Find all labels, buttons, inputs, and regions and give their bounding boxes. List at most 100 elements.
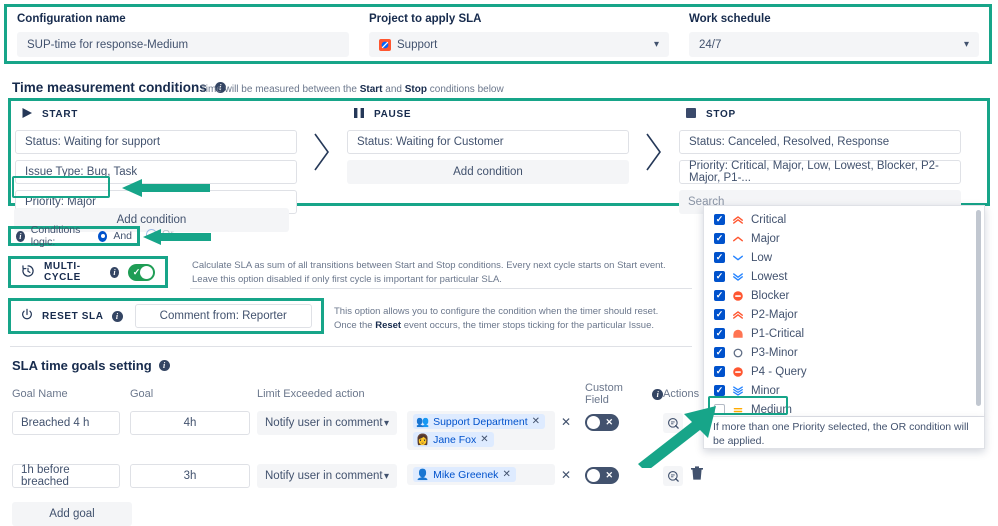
start-condition-1[interactable]: Issue Type: Bug, Task [15,160,297,184]
project-field: Project to apply SLA Support ▾ [359,7,679,57]
recipient-tag[interactable]: 👤 Mike Greenek✕ [413,467,516,482]
start-label: START [42,109,78,120]
multi-cycle-toggle[interactable]: ✓ [128,264,155,281]
radio-or-group[interactable]: Or [146,228,174,240]
info-icon[interactable]: i [652,389,663,400]
equals-orange-icon [732,404,744,416]
stop-condition-0[interactable]: Status: Canceled, Resolved, Response [679,130,961,154]
recipients-field-0[interactable]: 👥 Support Department✕ 👩 Jane Fox✕ [407,411,555,450]
goal-name-input-0[interactable]: Breached 4 h [12,411,120,435]
start-to-pause-chevron [301,101,343,203]
custom-field-toggle-0[interactable]: ✕ [585,414,619,431]
page-title: Time measurement conditions [12,80,207,95]
comment-action-icon-0[interactable] [663,413,683,433]
column-limit-exceeded-action: Limit Exceeded action [257,388,407,400]
pause-label: PAUSE [374,109,411,120]
checkbox-checked[interactable]: ✓ [714,347,725,358]
pause-icon [353,107,365,122]
priority-option-label: Blocker [751,290,789,302]
goal-value-input-1[interactable]: 3h [130,464,250,488]
custom-field-toggle-1[interactable]: ✕ [585,467,619,484]
start-header: START [11,101,301,130]
start-condition-0[interactable]: Status: Waiting for support [15,130,297,154]
info-icon[interactable]: i [112,311,123,322]
checkbox-checked[interactable]: ✓ [714,252,725,263]
checkbox-unchecked[interactable] [714,404,725,415]
checkbox-checked[interactable]: ✓ [714,214,725,225]
configuration-name-field: Configuration name SUP-time for response… [7,7,359,57]
remove-tag-icon[interactable]: ✕ [502,469,510,480]
goals-table-header: Goal Name Goal Limit Exceeded action Cus… [12,385,752,403]
comment-action-icon-1[interactable] [663,466,683,486]
recipient-tag[interactable]: 👩 Jane Fox✕ [413,432,494,447]
checkbox-checked[interactable]: ✓ [714,366,725,377]
clear-recipients-icon-1[interactable]: ✕ [561,468,571,482]
blocker-red-icon [732,290,744,302]
info-icon[interactable]: i [16,231,25,242]
priority-option-critical[interactable]: ✓Critical [704,210,984,229]
priority-option-minor[interactable]: ✓ Minor [704,381,984,400]
checkbox-checked[interactable]: ✓ [714,385,725,396]
priority-option-label: Minor [751,385,780,397]
info-icon[interactable]: i [110,267,119,278]
configuration-name-label: Configuration name [17,13,349,25]
column-goal: Goal [130,388,257,400]
reset-sla-row: RESET SLA i Comment from: Reporter [8,298,324,334]
goal-name-input-1[interactable]: 1h before breached [12,464,120,488]
priority-option-medium[interactable]: Medium [704,400,984,417]
remove-tag-icon[interactable]: ✕ [480,434,488,445]
delete-goal-icon-1[interactable] [690,466,704,486]
priority-option-major[interactable]: ✓ Major [704,229,984,248]
recipient-tag[interactable]: 👥 Support Department✕ [413,414,545,429]
priority-option-p3-minor[interactable]: ✓ P3-Minor [704,343,984,362]
priority-dropdown-note: If more than one Priority selected, the … [703,417,985,449]
recipients-field-1[interactable]: 👤 Mike Greenek✕ [407,464,555,485]
goals-table: Goal Name Goal Limit Exceeded action Cus… [12,385,752,526]
divider [10,346,692,347]
checkbox-checked[interactable]: ✓ [714,328,725,339]
priority-dropdown[interactable]: ✓Critical✓Major✓Low✓Lowest✓Blocker✓P2-Ma… [703,205,985,417]
power-icon [20,308,34,325]
project-select[interactable]: Support ▾ [369,32,669,57]
goal-value-input-0[interactable]: 4h [130,411,250,435]
checkbox-checked[interactable]: ✓ [714,290,725,301]
limit-action-select-0[interactable]: Notify user in comment▾ [257,411,397,435]
priority-option-p1-critical[interactable]: ✓P1-Critical [704,324,984,343]
chevron-down-icon: ▾ [384,418,389,429]
checkbox-checked[interactable]: ✓ [714,309,725,320]
checkbox-checked[interactable]: ✓ [714,271,725,282]
project-avatar-icon [379,39,391,51]
multi-cycle-label: MULTI-CYCLE [44,261,101,283]
work-schedule-field: Work schedule 24/7 ▾ [679,7,989,57]
pause-add-condition-button[interactable]: Add condition [347,160,629,184]
priority-option-p4-query[interactable]: ✓P4 - Query [704,362,984,381]
chevron-up-red-icon [732,233,744,245]
priority-option-low[interactable]: ✓Low [704,248,984,267]
remove-tag-icon[interactable]: ✕ [532,416,540,427]
checkbox-checked[interactable]: ✓ [714,233,725,244]
priority-option-label: Major [751,233,780,245]
priority-option-p2-major[interactable]: ✓ P2-Major [704,305,984,324]
priority-option-label: P2-Major [751,309,798,321]
reset-sla-input[interactable]: Comment from: Reporter [135,304,312,328]
info-icon[interactable]: i [159,360,170,371]
chevron-down-icon: ▾ [384,471,389,482]
chevron-down-blue-icon [732,252,744,264]
conditions-logic-label: Conditions logic: [31,224,92,248]
priority-option-label: P3-Minor [751,347,798,359]
configuration-name-input[interactable]: SUP-time for response-Medium [17,32,349,57]
clear-recipients-icon-0[interactable]: ✕ [561,415,571,429]
pause-condition-0[interactable]: Status: Waiting for Customer [347,130,629,154]
work-schedule-select[interactable]: 24/7 ▾ [689,32,979,57]
limit-action-select-1[interactable]: Notify user in comment▾ [257,464,397,488]
add-goal-button[interactable]: Add goal [12,502,752,526]
dropdown-scrollbar[interactable] [976,210,981,406]
radio-or-label: Or [162,228,174,240]
radio-or[interactable] [146,229,157,240]
reset-sla-description: This option allows you to configure the … [334,305,694,333]
priority-option-blocker[interactable]: ✓ Blocker [704,286,984,305]
user-avatar-icon: 👩 [416,433,429,446]
radio-and[interactable] [98,231,107,242]
stop-condition-1[interactable]: Priority: Critical, Major, Low, Lowest, … [679,160,961,184]
priority-option-lowest[interactable]: ✓Lowest [704,267,984,286]
